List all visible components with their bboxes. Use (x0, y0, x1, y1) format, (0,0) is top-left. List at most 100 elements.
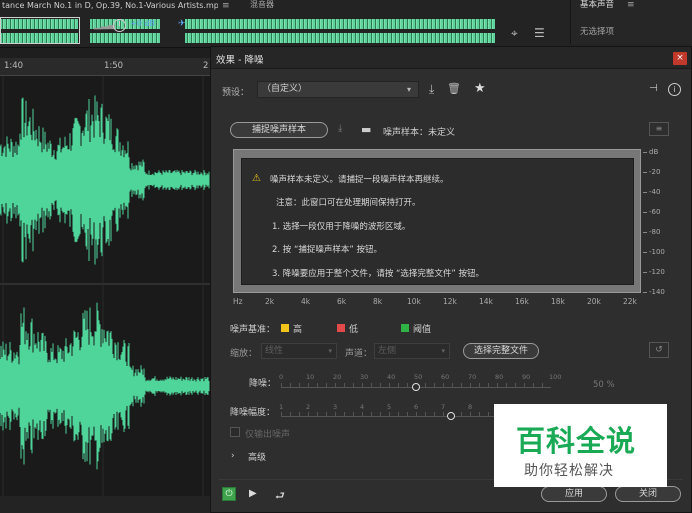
close-icon[interactable]: × (673, 52, 687, 65)
graph-y-axis: dB -20 -40 -60 -80 -100 -120 -140 (642, 148, 691, 297)
folder-icon[interactable]: ▬ (361, 123, 371, 136)
noise-reduction-slider-thumb[interactable] (412, 383, 420, 391)
x-tick-label: 8k (373, 297, 383, 306)
waveform-channel (0, 302, 210, 470)
y-tick-label: -140 (643, 288, 665, 296)
scale-number: 8 (468, 403, 473, 411)
reduce-by-slider-thumb[interactable] (447, 412, 455, 420)
legend-label: 噪声基准： (230, 325, 276, 335)
scale-number: 1 (279, 403, 284, 411)
output-noise-only-checkbox[interactable] (230, 427, 240, 437)
overview-viewport[interactable] (0, 17, 80, 44)
pin-icon[interactable]: ✈ (178, 19, 186, 29)
notice-text: 注意：此窗口可在处理期间保持打开。 (276, 198, 421, 208)
x-tick-label: 18k (551, 297, 565, 306)
capture-icon[interactable]: ⤓ (338, 123, 342, 134)
loop-icon[interactable]: ⮐ (275, 487, 285, 506)
graph-menu-icon[interactable]: ≡ (649, 122, 669, 136)
scale-number: 50 (414, 373, 423, 381)
x-tick-label: 6k (337, 297, 347, 306)
preset-select[interactable]: （自定义） (257, 81, 419, 98)
watermark: 百科全说 助你轻松解决 (494, 404, 667, 487)
time-ruler[interactable]: 1:40 1:50 2 (0, 58, 210, 76)
noise-floor-legend: 噪声基准： 高 低 阈值 (230, 321, 630, 335)
x-tick-label: 22k (623, 297, 637, 306)
save-preset-icon[interactable]: ⤓ (429, 82, 434, 97)
x-tick-label: 20k (587, 297, 601, 306)
advanced-toggle[interactable]: 高级 (248, 450, 266, 463)
scale-select[interactable]: 线性 ▾ (261, 343, 337, 359)
gain-readout: +0 dB (130, 19, 155, 28)
y-tick-label: -120 (643, 268, 665, 276)
list-icon[interactable]: ☰ (534, 26, 545, 40)
legend-swatch-high (281, 324, 289, 332)
dialog-titlebar[interactable]: 效果 - 降噪 × (211, 47, 691, 69)
waveform-editor[interactable] (0, 76, 210, 496)
scale-number: 80 (495, 373, 504, 381)
essential-sound-status: 无选择项 (580, 27, 615, 37)
noise-sample-status: 噪声样本：未定义 (383, 128, 456, 138)
ruler-label: 1:40 (4, 61, 24, 71)
power-icon[interactable]: ⏻ (222, 487, 236, 501)
scale-number: 70 (468, 373, 477, 381)
scale-number: 2 (306, 403, 311, 411)
info-icon[interactable]: i (668, 83, 681, 96)
x-tick-label: 12k (443, 297, 457, 306)
trash-icon[interactable]: 🗑︎ (447, 82, 461, 95)
warning-icon: ⚠ (252, 173, 261, 184)
output-noise-only-label: 仅输出噪声 (245, 430, 291, 440)
zoom-icon[interactable]: ⌖ (511, 26, 518, 41)
noise-reduction-label: 降噪： (249, 379, 277, 389)
routing-icon[interactable]: ⊣ (649, 83, 658, 94)
meter-icon: ▁▂▃ (94, 20, 115, 30)
y-tick-label: -80 (642, 228, 661, 236)
chevron-right-icon[interactable]: › (231, 451, 235, 461)
apply-button[interactable]: 应用 (541, 486, 607, 502)
notice-text: 噪声样本未定义。请捕捉一段噪声样本再继续。 (270, 175, 449, 185)
close-button[interactable]: 关闭 (615, 486, 681, 502)
scale-number: 20 (333, 373, 342, 381)
ruler-label: 1:50 (104, 61, 124, 71)
scale-number: 0 (279, 373, 284, 381)
panel-menu-icon[interactable]: ≡ (627, 0, 635, 10)
transport-bar (0, 496, 210, 513)
essential-sound-title: 基本声音 (580, 0, 615, 10)
tab-mixer[interactable]: 混音器 (250, 0, 274, 10)
volume-knob-icon[interactable] (113, 19, 126, 32)
ruler-label: 2 (203, 61, 209, 71)
y-axis-unit: dB (642, 148, 659, 156)
scale-number: 3 (333, 403, 338, 411)
noise-print-graph: ⚠ 噪声样本未定义。请捕捉一段噪声样本再继续。 注意：此窗口可在处理期间保持打开… (233, 149, 641, 293)
reset-icon[interactable]: ↺ (649, 342, 669, 358)
x-tick-label: 10k (407, 297, 421, 306)
legend-low: 低 (349, 325, 359, 335)
waveform-channel (0, 95, 210, 265)
scale-number: 7 (441, 403, 446, 411)
x-tick-label: Hz (233, 297, 243, 306)
scale-number: 4 (360, 403, 365, 411)
notice-text: 1. 选择一段仅用于降噪的波形区域。 (272, 222, 411, 232)
waveform-overview[interactable]: ▁▂▃ +0 dB ✈ (0, 16, 570, 46)
capture-noise-print-button[interactable]: 捕捉噪声样本 (230, 122, 328, 138)
watermark-sub: 助你轻松解决 (524, 463, 614, 479)
y-tick-label: -100 (643, 248, 665, 256)
x-tick-label: 16k (515, 297, 529, 306)
notice-panel: ⚠ 噪声样本未定义。请捕捉一段噪声样本再继续。 注意：此窗口可在处理期间保持打开… (241, 158, 634, 285)
star-icon[interactable]: ★ (474, 81, 486, 96)
graph-x-axis: Hz 2k 4k 6k 8k 10k 12k 14k 16k 18k 20k 2… (233, 297, 643, 311)
overview-segment (90, 33, 160, 43)
x-tick-label: 2k (265, 297, 275, 306)
channel-value: 左侧 (378, 346, 397, 356)
notice-text: 2. 按 “捕捉噪声样本” 按钮。 (272, 245, 383, 255)
menu-icon[interactable]: ≡ (222, 0, 230, 12)
noise-reduction-value[interactable]: 50 % (593, 380, 615, 390)
x-tick-label: 14k (479, 297, 493, 306)
channel-select[interactable]: 左侧 ▾ (374, 343, 450, 359)
scale-number: 5 (387, 403, 392, 411)
chevron-down-icon: ▾ (441, 347, 445, 355)
scale-number: 60 (441, 373, 450, 381)
overview-segment (185, 33, 495, 43)
chevron-down-icon: ▾ (407, 85, 412, 94)
play-icon[interactable]: ▶ (249, 488, 257, 499)
select-entire-file-button[interactable]: 选择完整文件 (463, 343, 539, 359)
